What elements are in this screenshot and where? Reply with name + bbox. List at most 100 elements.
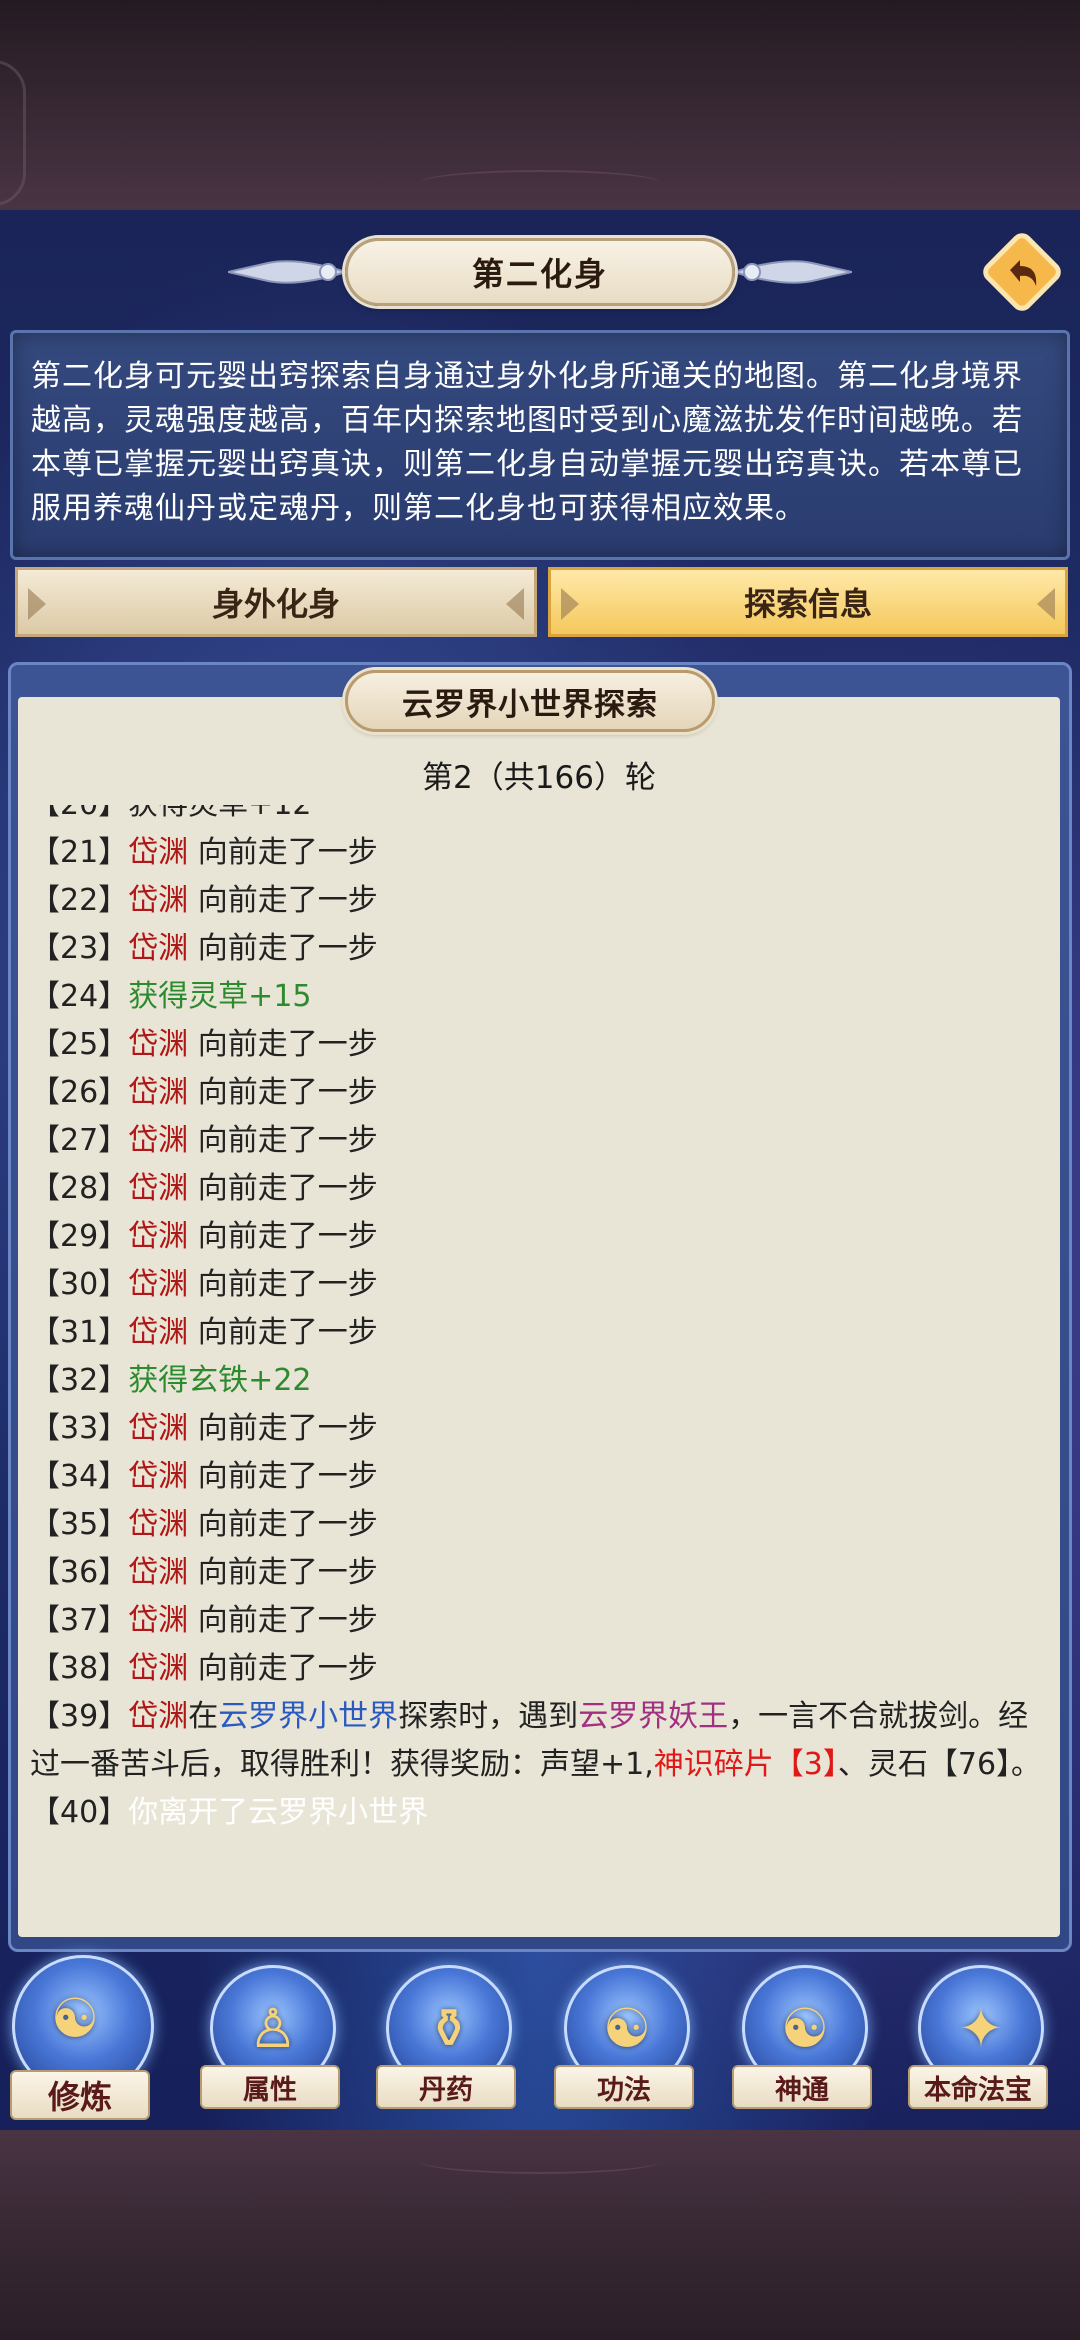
log-entry-text: 向前走了一步 bbox=[188, 1027, 378, 1062]
log-entry-text: 探索时，遇到 bbox=[398, 1699, 579, 1734]
log-entry-text: 向前走了一步 bbox=[188, 1171, 378, 1206]
title-wing-left-icon bbox=[228, 260, 348, 284]
tab-exploration-info[interactable]: 探索信息 bbox=[548, 567, 1068, 637]
log-entry-text: 向前走了一步 bbox=[188, 1459, 378, 1494]
log-entry-actor: 岱渊 bbox=[128, 1651, 189, 1686]
log-entry-text: 向前走了一步 bbox=[188, 1219, 378, 1254]
log-entry-reward: 获得玄铁+22 bbox=[128, 1363, 312, 1398]
log-entry: 【26】岱渊 向前走了一步 bbox=[30, 1069, 1050, 1117]
log-entry-number: 【29】 bbox=[30, 1219, 129, 1254]
log-entry: 【30】岱渊 向前走了一步 bbox=[30, 1261, 1050, 1309]
log-entry-actor: 岱渊 bbox=[128, 1555, 189, 1590]
log-title-text: 云罗界小世界探索 bbox=[402, 686, 658, 723]
log-entry: 【35】岱渊 向前走了一步 bbox=[30, 1501, 1050, 1549]
log-entry-battle: 【39】岱渊在云罗界小世界探索时，遇到云罗界妖王，一言不合就拔剑。经过一番苦斗后… bbox=[30, 1693, 1050, 1789]
log-entry-actor: 岱渊 bbox=[128, 1699, 189, 1734]
tab-external-avatar[interactable]: 身外化身 bbox=[15, 567, 537, 637]
log-entry-number: 【39】 bbox=[30, 1699, 129, 1734]
nav-label: 本命法宝 bbox=[908, 2065, 1048, 2109]
log-entry-number: 【38】 bbox=[30, 1651, 129, 1686]
log-entry-number: 【26】 bbox=[30, 1075, 129, 1110]
tab-label: 探索信息 bbox=[743, 585, 872, 623]
round-counter: 第2（共166）轮 bbox=[422, 760, 656, 796]
log-entry-text: 向前走了一步 bbox=[188, 1267, 378, 1302]
log-entry-actor: 岱渊 bbox=[128, 1219, 189, 1254]
log-entry-actor: 岱渊 bbox=[128, 1075, 189, 1110]
log-entry-number: 【21】 bbox=[30, 835, 129, 870]
log-entry-number: 【33】 bbox=[30, 1411, 129, 1446]
log-entry: 【33】岱渊 向前走了一步 bbox=[30, 1405, 1050, 1453]
log-entry-actor: 岱渊 bbox=[128, 883, 189, 918]
log-entry-text: 向前走了一步 bbox=[188, 1603, 378, 1638]
nav-button-1[interactable]: ♙ 属性 bbox=[200, 1965, 340, 2125]
log-entry: 【21】岱渊 向前走了一步 bbox=[30, 829, 1050, 877]
log-entry-number: 【28】 bbox=[30, 1171, 129, 1206]
log-entry-number: 【34】 bbox=[30, 1459, 129, 1494]
log-entry-number: 【35】 bbox=[30, 1507, 129, 1542]
log-entry-enemy: 云罗界妖王 bbox=[578, 1699, 729, 1734]
log-entry: 【31】岱渊 向前走了一步 bbox=[30, 1309, 1050, 1357]
log-entry-actor: 岱渊 bbox=[128, 1411, 189, 1446]
log-entry: 【29】岱渊 向前走了一步 bbox=[30, 1213, 1050, 1261]
log-entry-reward: 获得灵草+15 bbox=[128, 979, 312, 1014]
nav-button-0[interactable]: ☯ 修炼 bbox=[10, 1955, 154, 2125]
title-wing-right-icon bbox=[732, 260, 852, 284]
log-entry: 【32】获得玄铁+22 bbox=[30, 1357, 1050, 1405]
log-entry: 【22】岱渊 向前走了一步 bbox=[30, 877, 1050, 925]
nav-label: 功法 bbox=[554, 2065, 694, 2109]
log-entry-item: 神识碎片【3】 bbox=[653, 1747, 838, 1782]
nav-label: 属性 bbox=[200, 2065, 340, 2109]
log-entry-text: 你离开了云罗界小世界 bbox=[128, 1795, 429, 1830]
log-entry: 【28】岱渊 向前走了一步 bbox=[30, 1165, 1050, 1213]
nav-button-2[interactable]: ⚱ 丹药 bbox=[376, 1965, 516, 2125]
log-entry: 【27】岱渊 向前走了一步 bbox=[30, 1117, 1050, 1165]
log-entry: 【38】岱渊 向前走了一步 bbox=[30, 1645, 1050, 1693]
log-entry-number: 【36】 bbox=[30, 1555, 129, 1590]
log-entry-number: 【24】 bbox=[30, 979, 129, 1014]
log-entry-text: 向前走了一步 bbox=[188, 883, 378, 918]
log-entry-partial: 【20】获得灵草+12 bbox=[30, 805, 1050, 829]
log-entry-text: 向前走了一步 bbox=[188, 1075, 378, 1110]
log-entry-number: 【22】 bbox=[30, 883, 129, 918]
log-entry-text: 向前走了一步 bbox=[188, 1555, 378, 1590]
log-entry-actor: 岱渊 bbox=[128, 1315, 189, 1350]
back-button[interactable] bbox=[980, 230, 1064, 314]
log-entry-text: 向前走了一步 bbox=[188, 1507, 378, 1542]
log-entry-actor: 岱渊 bbox=[128, 1603, 189, 1638]
log-entry-actor: 岱渊 bbox=[128, 1027, 189, 1062]
log-entry-number: 【40】 bbox=[30, 1795, 129, 1830]
bottom-border bbox=[0, 2130, 1080, 2340]
log-entry-text: 向前走了一步 bbox=[188, 1123, 378, 1158]
log-entry-place: 云罗界小世界 bbox=[218, 1699, 399, 1734]
exploration-log[interactable]: 【20】获得灵草+12【21】岱渊 向前走了一步【22】岱渊 向前走了一步【23… bbox=[30, 805, 1050, 1895]
log-entry: 【36】岱渊 向前走了一步 bbox=[30, 1549, 1050, 1597]
log-entry: 【25】岱渊 向前走了一步 bbox=[30, 1021, 1050, 1069]
nav-button-5[interactable]: ✦ 本命法宝 bbox=[908, 1965, 1048, 2125]
nav-label: 修炼 bbox=[10, 2070, 150, 2120]
log-entry-actor: 岱渊 bbox=[128, 835, 189, 870]
log-title: 云罗界小世界探索 bbox=[345, 670, 715, 732]
log-entry-number: 【23】 bbox=[30, 931, 129, 966]
top-ornament bbox=[420, 170, 660, 196]
log-entry: 【37】岱渊 向前走了一步 bbox=[30, 1597, 1050, 1645]
log-entry-number: 【25】 bbox=[30, 1027, 129, 1062]
log-entry-number: 【31】 bbox=[30, 1315, 129, 1350]
log-entry: 【34】岱渊 向前走了一步 bbox=[30, 1453, 1050, 1501]
log-entry: 【24】获得灵草+15 bbox=[30, 973, 1050, 1021]
log-entry-number: 【37】 bbox=[30, 1603, 129, 1638]
description-panel: 第二化身可元婴出窍探索自身通过身外化身所通关的地图。第二化身境界越高，灵魂强度越… bbox=[10, 330, 1070, 560]
log-entry-leave: 【40】你离开了云罗界小世界 bbox=[30, 1789, 1050, 1837]
log-entry-actor: 岱渊 bbox=[128, 1507, 189, 1542]
log-entry-text: 、灵石【76】。 bbox=[837, 1747, 1042, 1782]
side-ornament bbox=[0, 60, 26, 206]
description-text: 第二化身可元婴出窍探索自身通过身外化身所通关的地图。第二化身境界越高，灵魂强度越… bbox=[31, 359, 1023, 526]
nav-button-4[interactable]: ☯ 神通 bbox=[732, 1965, 872, 2125]
log-entry-number: 【32】 bbox=[30, 1363, 129, 1398]
log-entry-text: 向前走了一步 bbox=[188, 931, 378, 966]
nav-button-3[interactable]: ☯ 功法 bbox=[554, 1965, 694, 2125]
log-entry-actor: 岱渊 bbox=[128, 1267, 189, 1302]
nav-label: 丹药 bbox=[376, 2065, 516, 2109]
log-entry-number: 【27】 bbox=[30, 1123, 129, 1158]
log-entry-text: 向前走了一步 bbox=[188, 835, 378, 870]
page-title: 第二化身 bbox=[345, 238, 735, 306]
